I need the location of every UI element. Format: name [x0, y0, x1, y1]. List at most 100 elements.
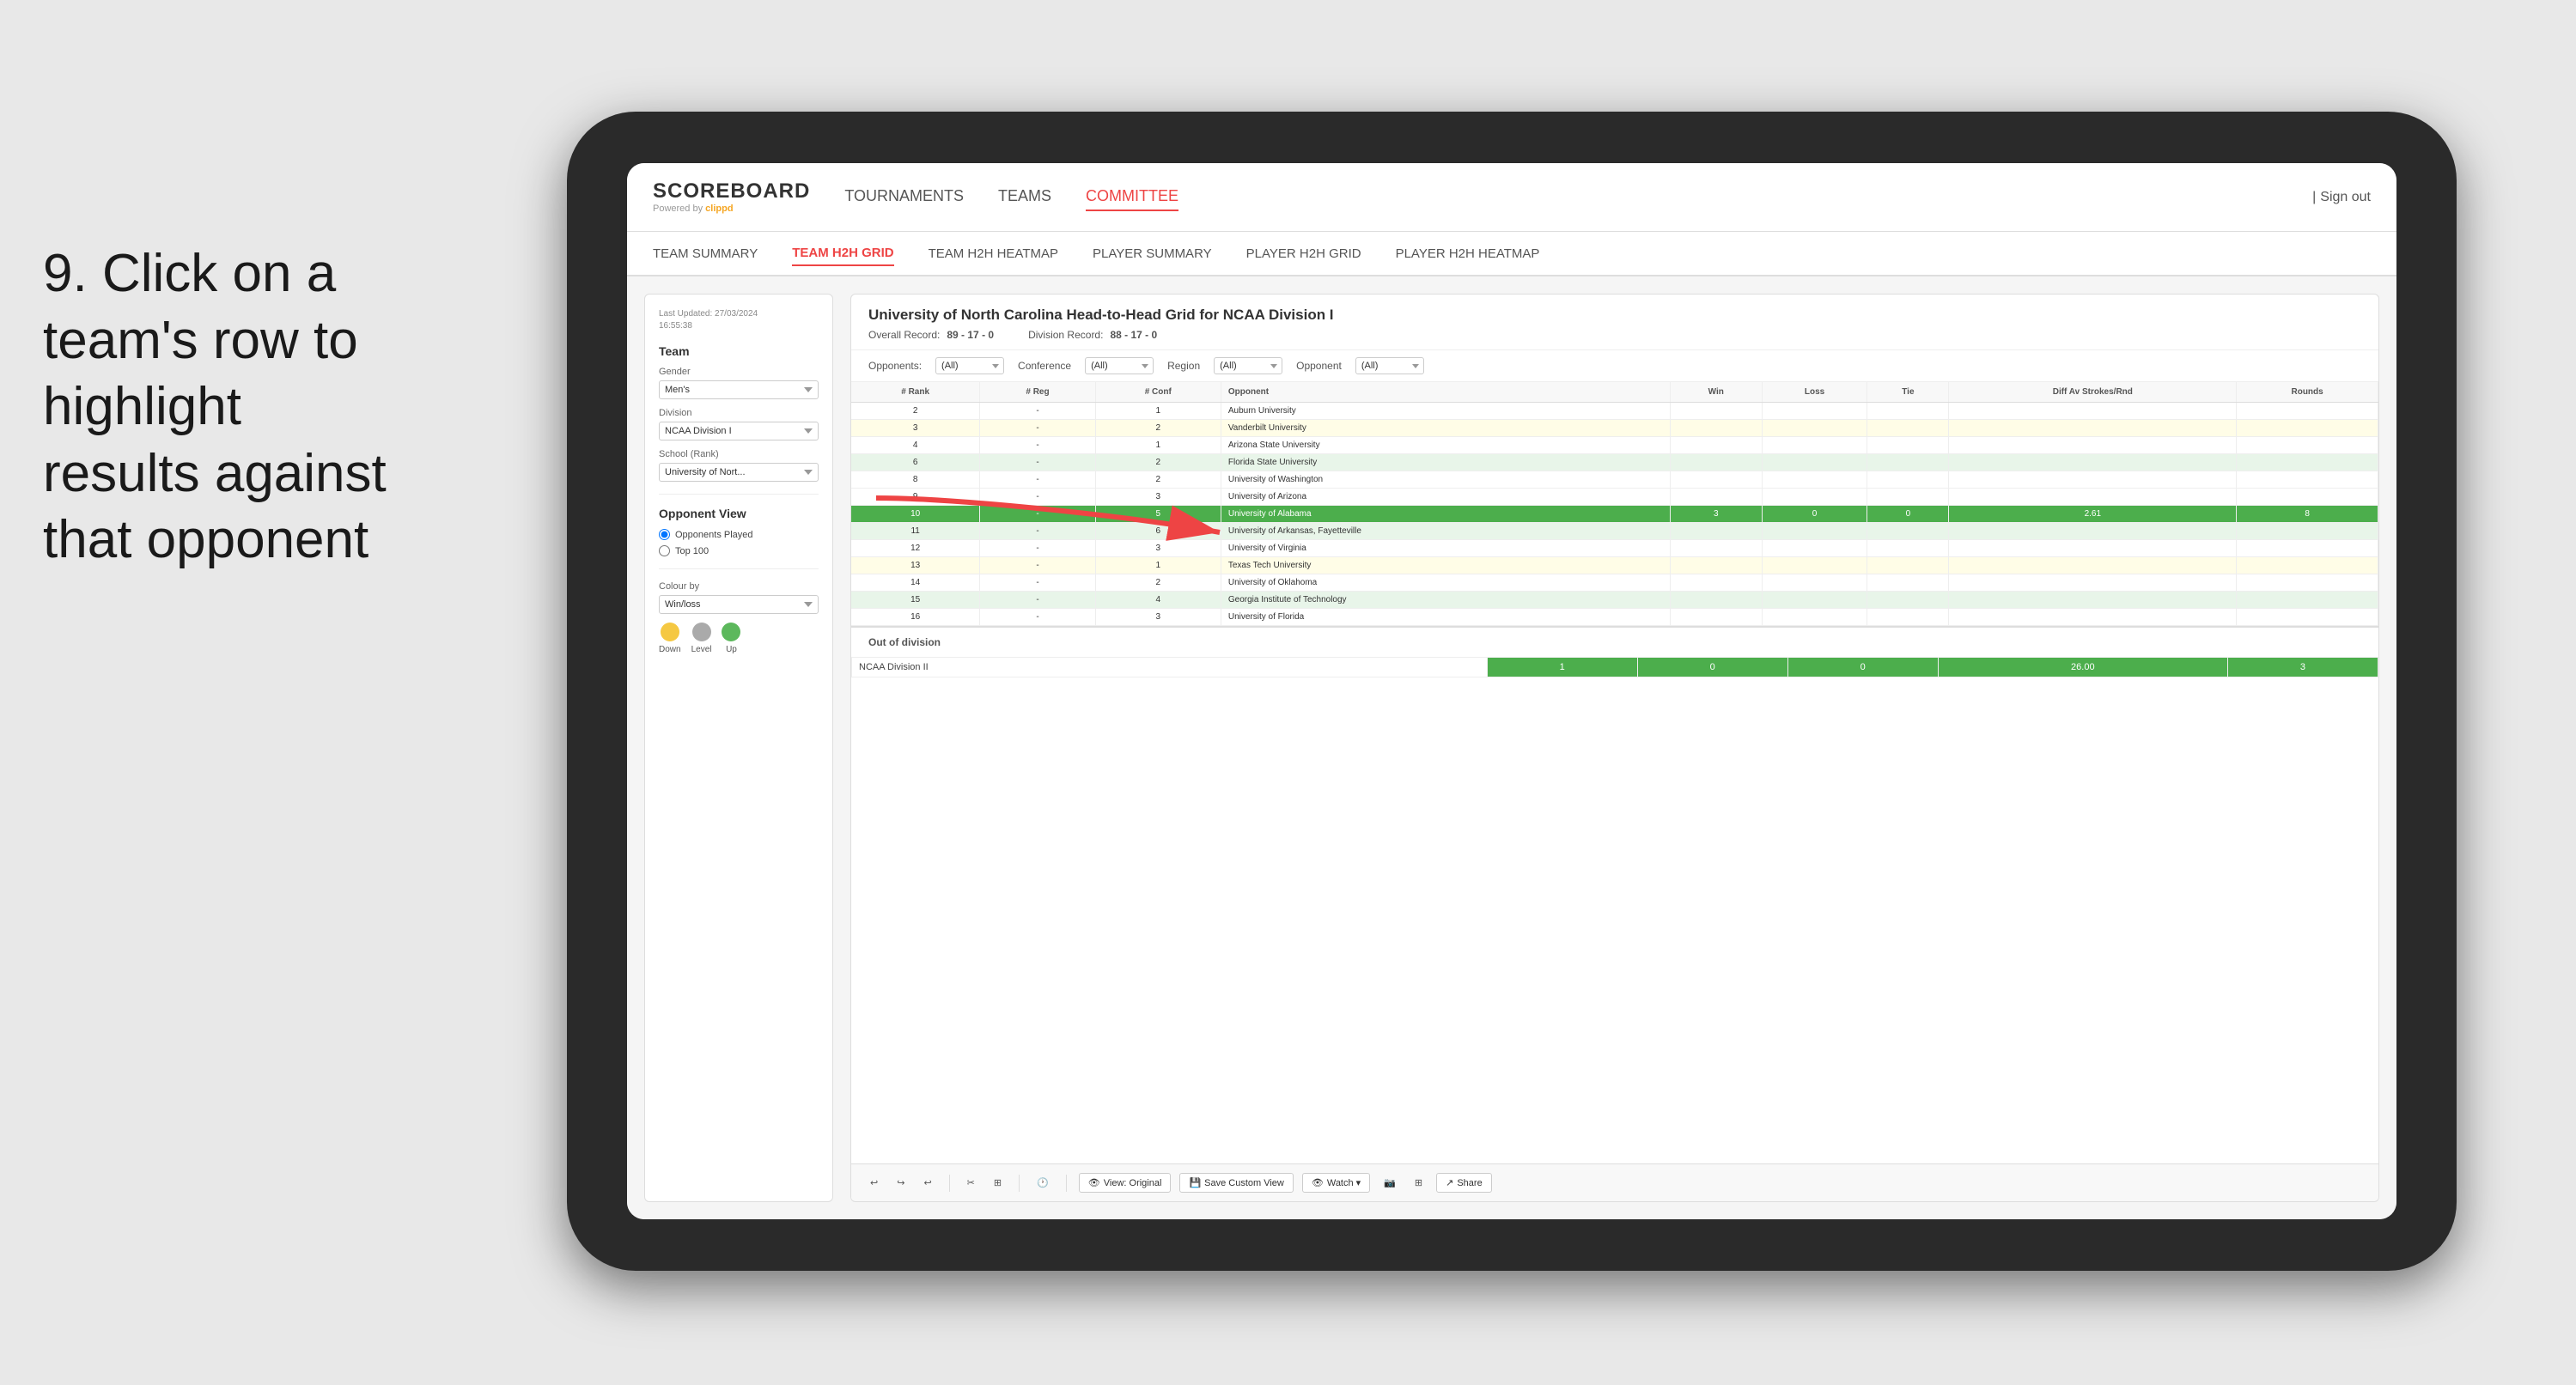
- save-icon: 💾: [1189, 1177, 1201, 1188]
- h2h-table: # Rank # Reg # Conf Opponent Win Loss Ti…: [851, 382, 2378, 626]
- opponent-view-title: Opponent View: [659, 507, 819, 520]
- nav-item-tournaments[interactable]: TOURNAMENTS: [844, 183, 964, 211]
- logo-brand: clippd: [705, 203, 733, 214]
- redo-button[interactable]: ↪: [892, 1175, 910, 1191]
- sign-out-separator: |: [2312, 190, 2316, 205]
- table-row[interactable]: 16-3University of Florida: [851, 609, 2378, 626]
- nav-item-teams[interactable]: TEAMS: [998, 183, 1051, 211]
- legend-level: Level: [691, 623, 712, 654]
- view-original-button[interactable]: 👁 View: Original: [1079, 1173, 1172, 1193]
- col-opponent: Opponent: [1221, 382, 1670, 403]
- logo-scoreboard: SCOREBOARD: [653, 181, 810, 202]
- region-filter[interactable]: (All): [1214, 357, 1282, 374]
- table-row[interactable]: 11-6University of Arkansas, Fayetteville: [851, 523, 2378, 540]
- ood-diff: 26.00: [1938, 658, 2227, 677]
- filter-panel: Last Updated: 27/03/2024 16:55:38 Team G…: [644, 294, 833, 1202]
- legend-up: Up: [722, 623, 740, 654]
- opponent-view-radios: Opponents Played Top 100: [659, 529, 819, 556]
- col-win: Win: [1670, 382, 1762, 403]
- colour-by-select[interactable]: Win/loss: [659, 595, 819, 614]
- tablet-device: SCOREBOARD Powered by clippd TOURNAMENTS…: [567, 112, 2457, 1271]
- conference-filter[interactable]: (All): [1085, 357, 1154, 374]
- sub-nav-player-h2h-grid[interactable]: PLAYER H2H GRID: [1246, 242, 1361, 265]
- col-rounds: Rounds: [2237, 382, 2378, 403]
- division-select[interactable]: NCAA Division I: [659, 422, 819, 440]
- sub-nav: TEAM SUMMARY TEAM H2H GRID TEAM H2H HEAT…: [627, 232, 2396, 276]
- table-row[interactable]: 10-5University of Alabama3002.618: [851, 506, 2378, 523]
- nav-bar: SCOREBOARD Powered by clippd TOURNAMENTS…: [627, 163, 2396, 232]
- sub-nav-team-summary[interactable]: TEAM SUMMARY: [653, 242, 758, 265]
- tablet-screen: SCOREBOARD Powered by clippd TOURNAMENTS…: [627, 163, 2396, 1219]
- save-custom-view-button[interactable]: 💾 Save Custom View: [1179, 1173, 1293, 1193]
- toolbar-sep-2: [1019, 1175, 1020, 1192]
- ood-table: NCAA Division II 1 0 0 26.00 3: [851, 657, 2378, 677]
- table-row[interactable]: 8-2University of Washington: [851, 471, 2378, 489]
- bottom-toolbar: ↩ ↪ ↩ ✂ ⊞ 🕐 👁 View: Original: [851, 1163, 2378, 1201]
- sign-out-button[interactable]: | Sign out: [2312, 190, 2371, 205]
- team-filter-title: Team: [659, 344, 819, 358]
- legend-dot-down: [661, 623, 679, 641]
- undo-button[interactable]: ↩: [865, 1175, 883, 1191]
- scene: 9. Click on a team's row to highlight re…: [0, 0, 2576, 1385]
- ood-row[interactable]: NCAA Division II 1 0 0 26.00 3: [852, 658, 2378, 677]
- opponents-played-option[interactable]: Opponents Played: [659, 529, 819, 540]
- opponent-filter[interactable]: (All): [1355, 357, 1424, 374]
- sub-nav-team-h2h-grid[interactable]: TEAM H2H GRID: [792, 241, 893, 266]
- gender-label: Gender: [659, 367, 819, 377]
- colour-by-label: Colour by: [659, 581, 819, 592]
- sub-nav-player-h2h-heatmap[interactable]: PLAYER H2H HEATMAP: [1396, 242, 1540, 265]
- gender-select[interactable]: Men's: [659, 380, 819, 399]
- division-label: Division: [659, 408, 819, 418]
- legend-dot-level: [692, 623, 711, 641]
- toolbar-sep-1: [949, 1175, 950, 1192]
- data-title: University of North Carolina Head-to-Hea…: [868, 307, 2361, 324]
- instruction-body: Click on a team's row to highlight resul…: [43, 244, 387, 569]
- sub-nav-player-summary[interactable]: PLAYER SUMMARY: [1093, 242, 1212, 265]
- share-icon: ↗: [1446, 1177, 1453, 1188]
- col-reg: # Reg: [980, 382, 1095, 403]
- table-row[interactable]: 4-1Arizona State University: [851, 437, 2378, 454]
- ood-rounds: 3: [2227, 658, 2378, 677]
- table-row[interactable]: 12-3University of Virginia: [851, 540, 2378, 557]
- table-row[interactable]: 2-1Auburn University: [851, 403, 2378, 420]
- back-button[interactable]: ↩: [918, 1175, 936, 1191]
- col-tie: Tie: [1867, 382, 1949, 403]
- col-loss: Loss: [1762, 382, 1867, 403]
- nav-item-committee[interactable]: COMMITTEE: [1086, 183, 1178, 211]
- ood-division: NCAA Division II: [852, 658, 1488, 677]
- ood-win: 1: [1487, 658, 1637, 677]
- watch-button[interactable]: 👁 Watch ▾: [1302, 1173, 1370, 1193]
- camera-button[interactable]: 📷: [1379, 1175, 1401, 1191]
- copy-button[interactable]: ⊞: [989, 1175, 1007, 1191]
- instruction-text: 9.: [43, 244, 88, 303]
- logo-area: SCOREBOARD Powered by clippd: [653, 181, 810, 214]
- table-row[interactable]: 6-2Florida State University: [851, 454, 2378, 471]
- col-diff: Diff Av Strokes/Rnd: [1949, 382, 2237, 403]
- table-row[interactable]: 13-1Texas Tech University: [851, 557, 2378, 574]
- table-row[interactable]: 3-2Vanderbilt University: [851, 420, 2378, 437]
- grid-button[interactable]: ⊞: [1410, 1175, 1428, 1191]
- ood-tie: 0: [1787, 658, 1938, 677]
- toolbar-sep-3: [1066, 1175, 1067, 1192]
- table-row[interactable]: 9-3University of Arizona: [851, 489, 2378, 506]
- filters-row: Opponents: (All) Conference (All) Region…: [851, 350, 2378, 382]
- main-content: Last Updated: 27/03/2024 16:55:38 Team G…: [627, 276, 2396, 1219]
- legend-down: Down: [659, 623, 681, 654]
- out-of-division-header: Out of division: [851, 626, 2378, 657]
- sub-nav-team-h2h-heatmap[interactable]: TEAM H2H HEATMAP: [929, 242, 1058, 265]
- school-rank-select[interactable]: University of Nort...: [659, 463, 819, 482]
- eye-icon: 👁: [1088, 1177, 1100, 1188]
- last-updated: Last Updated: 27/03/2024 16:55:38: [659, 308, 819, 332]
- top-100-option[interactable]: Top 100: [659, 545, 819, 556]
- table-body: 2-1Auburn University3-2Vanderbilt Univer…: [851, 403, 2378, 626]
- legend-dot-up: [722, 623, 740, 641]
- table-row[interactable]: 14-2University of Oklahoma: [851, 574, 2378, 592]
- opponents-filter[interactable]: (All): [935, 357, 1004, 374]
- nav-items: TOURNAMENTS TEAMS COMMITTEE: [844, 183, 2312, 211]
- col-rank: # Rank: [851, 382, 980, 403]
- cut-button[interactable]: ✂: [962, 1175, 980, 1191]
- table-row[interactable]: 15-4Georgia Institute of Technology: [851, 592, 2378, 609]
- clock-button[interactable]: 🕐: [1032, 1175, 1054, 1191]
- table-container: # Rank # Reg # Conf Opponent Win Loss Ti…: [851, 382, 2378, 1163]
- share-button[interactable]: ↗ Share: [1436, 1173, 1492, 1193]
